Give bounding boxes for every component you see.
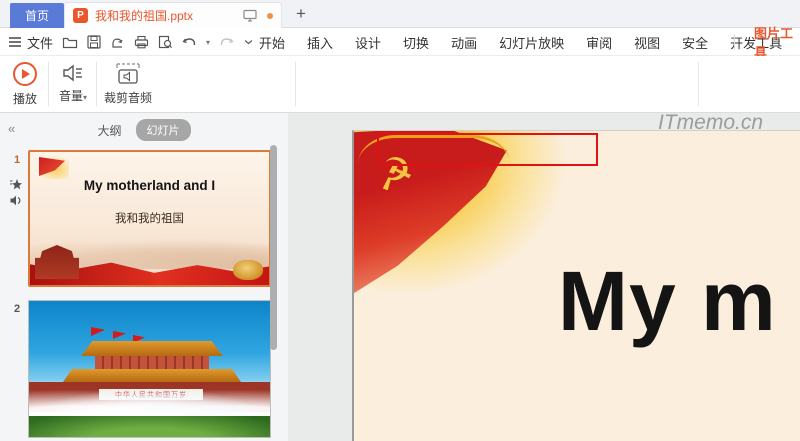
thumb2-upper-wall <box>95 356 209 369</box>
editing-canvas: ☭ My m ITmemo.cn <box>288 113 800 441</box>
play-audio-button[interactable]: 播放 <box>8 61 42 107</box>
unsaved-changes-dot <box>267 13 273 19</box>
tab-slides[interactable]: 幻灯片 <box>136 119 191 141</box>
export-pdf-icon[interactable] <box>110 35 125 49</box>
open-icon[interactable] <box>62 35 78 49</box>
speaker-icon <box>61 62 85 84</box>
tab-slideshow[interactable]: 幻灯片放映 <box>488 33 575 52</box>
tab-animation[interactable]: 动画 <box>440 33 488 52</box>
panel-scrollbar[interactable] <box>270 145 277 350</box>
tab-picture-tools[interactable]: 图片工具 <box>748 28 800 56</box>
wps-presentation-window: 首页 P 我和我的祖国.pptx + 文件 <box>0 0 800 441</box>
quick-access-toolbar: ▾ <box>62 28 254 56</box>
slide-panel: « 大纲 幻灯片 1 My motherland and I 我和我的祖国 2 <box>0 113 288 441</box>
watermark-text: ITmemo.cn <box>658 111 763 135</box>
transition-star-icon[interactable] <box>9 178 23 191</box>
slide-audio-speaker-icon[interactable] <box>9 194 23 207</box>
volume-caret-icon: ▾ <box>83 93 87 102</box>
trim-audio-label: 裁剪音频 <box>104 89 152 106</box>
wps-presentation-logo: P <box>73 8 88 23</box>
thumb2-hedge <box>29 416 270 437</box>
window-tab-bar: 首页 P 我和我的祖国.pptx + <box>0 0 800 28</box>
slide-title-text[interactable]: My m <box>558 253 777 350</box>
thumb1-subtitle: 我和我的祖国 <box>30 210 269 226</box>
tab-home[interactable]: 开始 <box>248 33 296 52</box>
file-menu[interactable]: 文件 <box>8 28 53 56</box>
slide-surface[interactable]: ☭ My m <box>352 130 800 441</box>
volume-button[interactable]: 音量▾ <box>55 62 91 104</box>
undo-caret-icon[interactable]: ▾ <box>206 38 210 47</box>
thumb1-title: My motherland and I <box>30 178 269 193</box>
save-icon[interactable] <box>87 35 101 49</box>
print-icon[interactable] <box>134 35 149 49</box>
trim-audio-button[interactable]: 裁剪音频 <box>103 62 153 106</box>
new-tab-button[interactable]: + <box>288 0 314 28</box>
slide-thumbnail-2[interactable]: 中华人民共和国万岁 <box>28 300 271 438</box>
tab-outline[interactable]: 大纲 <box>97 122 121 139</box>
home-tab[interactable]: 首页 <box>10 3 64 28</box>
tab-review[interactable]: 审阅 <box>575 33 623 52</box>
thumb2-lower-roof <box>63 369 241 382</box>
redo-icon <box>219 36 234 49</box>
panel-tabs: 大纲 幻灯片 <box>0 119 288 141</box>
slide-thumbnail-1[interactable]: My motherland and I 我和我的祖国 <box>28 150 271 287</box>
tab-transition[interactable]: 切换 <box>392 33 440 52</box>
trim-audio-icon <box>113 62 143 86</box>
thumb2-upper-roof <box>81 341 223 356</box>
play-label: 播放 <box>13 90 37 107</box>
menu-bar: 文件 ▾ <box>0 28 800 56</box>
tab-security[interactable]: 安全 <box>671 33 719 52</box>
volume-label: 音量▾ <box>59 87 87 104</box>
print-preview-icon[interactable] <box>158 35 173 49</box>
ribbon-tabs: 开始 插入 设计 切换 动画 幻灯片放映 审阅 视图 安全 开发工具 <box>248 28 793 56</box>
document-tab-title: 我和我的祖国.pptx <box>95 7 243 24</box>
tab-design[interactable]: 设计 <box>344 33 392 52</box>
tab-view[interactable]: 视图 <box>623 33 671 52</box>
present-monitor-icon[interactable] <box>243 9 257 22</box>
slide-2-number: 2 <box>14 303 20 315</box>
thumb1-flag-decoration <box>37 155 69 179</box>
hamburger-icon <box>8 36 22 48</box>
document-tab[interactable]: P 我和我的祖国.pptx <box>64 2 282 28</box>
menubar-separator <box>734 34 735 50</box>
thumb1-gold-emblem-decoration <box>233 260 263 280</box>
file-menu-label: 文件 <box>27 33 53 52</box>
thumb2-fountains <box>29 387 270 417</box>
tab-insert[interactable]: 插入 <box>296 33 344 52</box>
undo-icon[interactable] <box>182 36 197 49</box>
play-icon <box>12 61 38 87</box>
audio-tools-ribbon: 播放 音量▾ 裁剪音频 淡入: − 00.00 + <box>0 56 800 113</box>
slide-1-number: 1 <box>14 154 20 166</box>
